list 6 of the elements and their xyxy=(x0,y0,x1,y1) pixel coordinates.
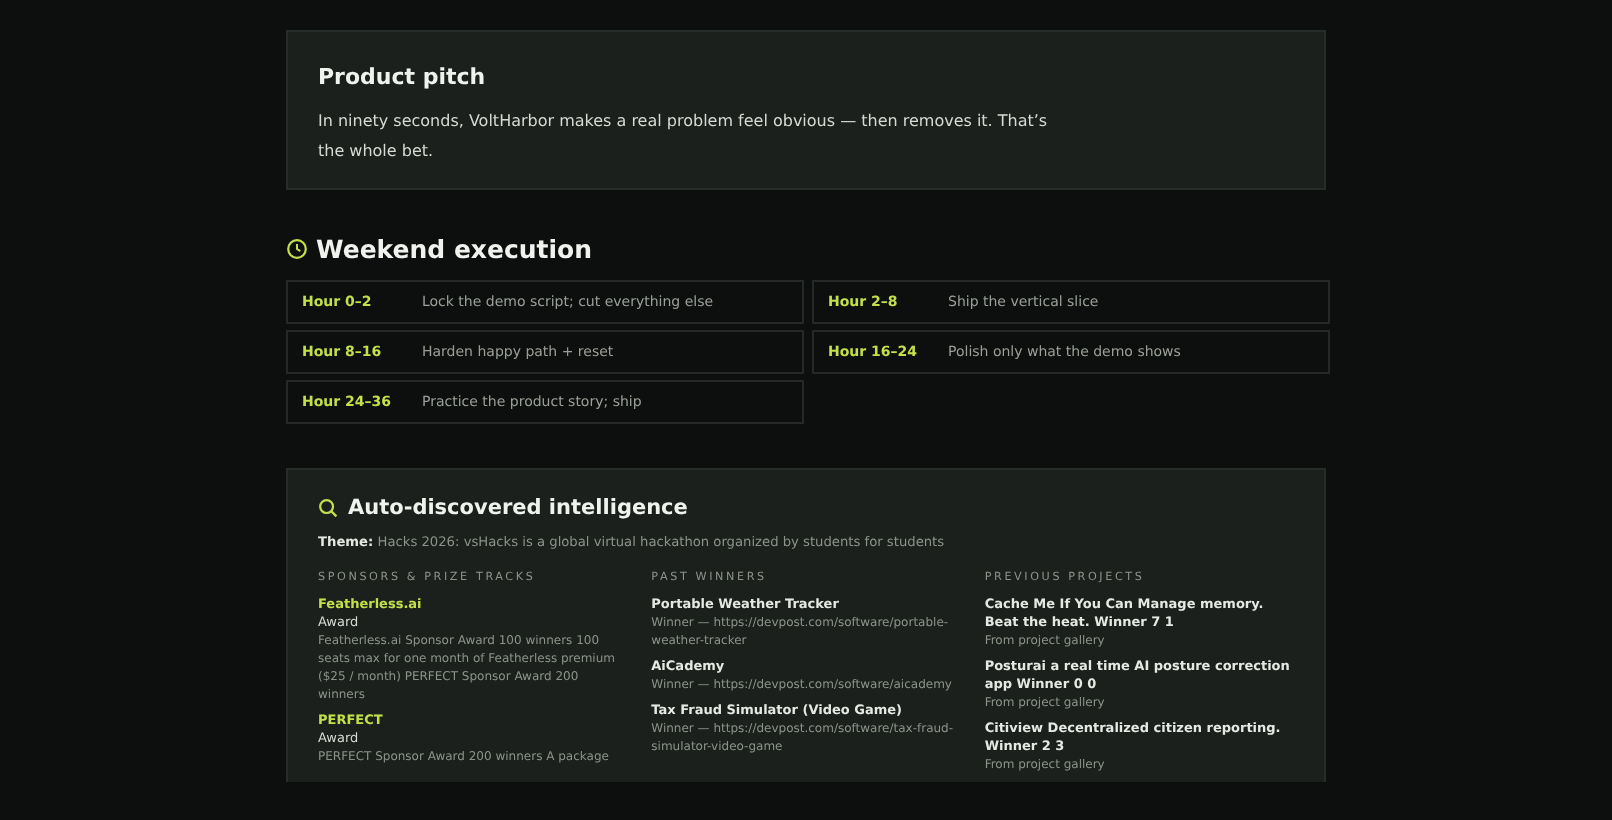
clock-icon xyxy=(286,238,308,260)
pitch-text: In ninety seconds, VoltHarbor makes a real problem feel obvious — then removes it. That’s the whole bet. xyxy=(318,110,1050,164)
card-title: Product pitch xyxy=(318,64,488,90)
search-icon xyxy=(318,498,338,518)
section-title: Weekend execution xyxy=(316,234,593,264)
section-title: Auto-discovered intelligence xyxy=(348,496,688,520)
